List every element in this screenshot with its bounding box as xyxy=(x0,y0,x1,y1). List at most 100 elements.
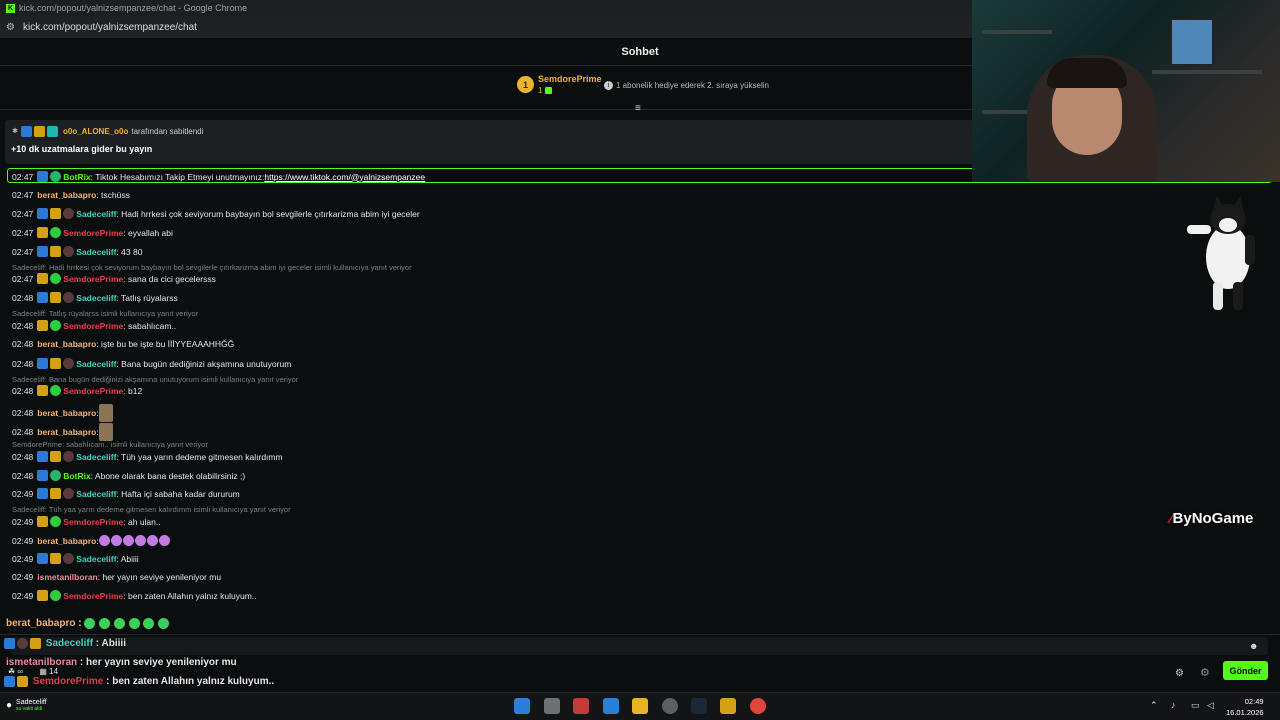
chat-input[interactable] xyxy=(12,637,1268,655)
crown-badge-icon xyxy=(37,320,49,331)
moderator-badge-icon xyxy=(37,451,49,462)
chat-message: 02:49 Sadeceliff : Hafta içi sabaha kada… xyxy=(12,488,240,499)
sub-hint: i 1 abonelik hediye ederek 2. sıraya yük… xyxy=(604,81,769,90)
chat-message: 02:48 SemdorePrime : sabahlıcam.. xyxy=(12,320,177,331)
moderator-badge-icon xyxy=(37,470,49,481)
send-button[interactable]: Gönder xyxy=(1223,661,1268,680)
reply-context[interactable]: Sadeceliff: Tüh yaa yarın dedeme gitmese… xyxy=(12,505,291,514)
site-info-icon[interactable]: ⚙ xyxy=(6,22,15,33)
crown-badge-icon xyxy=(30,638,41,649)
moderator-badge-icon xyxy=(37,488,49,499)
task-view-icon[interactable] xyxy=(544,698,560,714)
pinner-name[interactable]: o0o_ALONE_o0o xyxy=(63,127,128,136)
avatar-badge-icon xyxy=(63,358,75,369)
sub-hint-text: 1 abonelik hediye ederek 2. sıraya yükse… xyxy=(616,81,769,90)
reply-context[interactable]: SemdorePrime: sabahlıcam.. isimli kullan… xyxy=(12,440,208,449)
chat-message: 02:48 berat_babapro : işte bu be işte bu… xyxy=(12,339,235,349)
chat-message: 02:49 berat_babapro : xyxy=(12,535,171,546)
chat-message: 02:48 Sadeceliff : Bana bugün dediğinizi… xyxy=(12,358,292,369)
app-icon[interactable] xyxy=(573,698,589,714)
store-icon[interactable] xyxy=(603,698,619,714)
moderator-badge-icon xyxy=(37,553,49,564)
emote-icon xyxy=(99,618,111,629)
overlay-line: berat_babapro : xyxy=(6,618,170,629)
crown-badge-icon xyxy=(17,676,28,687)
crown-badge-icon xyxy=(50,451,62,462)
chat-message: 02:47 SemdorePrime : sana da cici gecele… xyxy=(12,273,216,284)
subscriber-badge-icon xyxy=(47,126,58,137)
moderator-badge-icon xyxy=(37,292,49,303)
crown-badge-icon xyxy=(37,590,49,601)
steam-icon[interactable] xyxy=(691,698,707,714)
chat-message: 02:49 SemdorePrime : ah ulan.. xyxy=(12,516,161,527)
chat-message: 02:47 Sadeceliff : Hadi hrrkesi çok sevi… xyxy=(12,208,420,219)
clock[interactable]: 02:49 16.01.2026 xyxy=(1226,696,1264,718)
user-icon: ● xyxy=(6,700,13,711)
bot-badge-icon xyxy=(50,470,62,481)
viewer-stat-b: 14 xyxy=(49,667,59,676)
webcam-overlay xyxy=(972,0,1280,182)
info-icon: i xyxy=(604,81,613,90)
folder-icon[interactable] xyxy=(632,698,648,714)
avatar-badge-icon xyxy=(63,246,75,257)
crown-badge-icon xyxy=(37,273,49,284)
volume-icon[interactable]: ◁ xyxy=(1207,700,1214,711)
viewer-stat-a: ∞ xyxy=(17,667,24,676)
leader-name[interactable]: SemdorePrime xyxy=(538,74,602,84)
gear-icon[interactable]: ⚙ xyxy=(1175,668,1184,679)
app2-icon[interactable] xyxy=(720,698,736,714)
moderator-badge-icon xyxy=(37,171,49,182)
avatar-badge-icon xyxy=(63,553,75,564)
network-icon[interactable]: ▭ xyxy=(1191,700,1200,711)
reply-context[interactable]: Sadeceliff: Tatlış rüyalarss isimli kull… xyxy=(12,309,198,318)
emote-icon xyxy=(113,618,125,629)
gift-icon[interactable]: ⚙ xyxy=(1200,666,1210,679)
emote-icon xyxy=(134,535,146,546)
reply-context[interactable]: Sadeceliff: Bana bugün dediğinizi akşamı… xyxy=(12,375,298,384)
gift-badge-icon xyxy=(50,385,62,396)
avatar-badge-icon xyxy=(63,292,75,303)
chat-message: 02:49 Sadeceliff : Abiiii xyxy=(12,553,139,564)
taskbar-notification[interactable]: ● Sadeceliff su vakti aldi xyxy=(6,699,47,712)
microphone-icon[interactable]: ♪ xyxy=(1171,700,1176,710)
obs-icon[interactable] xyxy=(662,698,678,714)
pinned-by-text: tarafından sabitlendi xyxy=(131,127,204,136)
avatar-badge-icon xyxy=(17,638,28,649)
reply-context[interactable]: Sadeceliff: Hadi hrrkesi çok seviyorum b… xyxy=(12,263,412,272)
viewer-stats: ☘ ∞ ▦ 14 xyxy=(8,667,58,676)
crown-badge-icon xyxy=(37,516,49,527)
emote-icon xyxy=(146,535,158,546)
collapse-icon[interactable]: ≡ xyxy=(635,103,641,114)
emote-icon xyxy=(143,618,155,629)
leader-entry[interactable]: 1 SemdorePrime 1 xyxy=(517,74,602,95)
crown-badge-icon xyxy=(50,208,62,219)
emote-icon xyxy=(98,535,110,546)
chat-message: 02:49 ismetanilboran : her yayın seviye … xyxy=(12,572,222,582)
gift-badge-icon xyxy=(50,320,62,331)
start-icon[interactable] xyxy=(514,698,530,714)
crown-badge-icon xyxy=(50,292,62,303)
url-text[interactable]: kick.com/popout/yalnizsempanzee/chat xyxy=(23,22,197,33)
kick-logo-icon: K xyxy=(6,3,15,13)
emoji-icon[interactable]: ☻ xyxy=(1249,641,1258,651)
shelf xyxy=(982,110,1032,114)
tiktok-link[interactable]: https://www.tiktok.com/@yalnizsempanzee xyxy=(264,172,425,182)
clock-time: 02:49 xyxy=(1244,697,1264,706)
chat-message: 02:49 SemdorePrime : ben zaten Allahın y… xyxy=(12,590,257,601)
overlay-line: Sadeceliff : Abiiii xyxy=(4,638,126,649)
crown-badge-icon xyxy=(50,358,62,369)
crown-badge-icon xyxy=(50,246,62,257)
emote-icon xyxy=(128,618,140,629)
gift-icon xyxy=(545,87,553,95)
leader-count-row: 1 xyxy=(538,86,602,95)
dancing-cat-sticker xyxy=(1187,195,1255,310)
chevron-up-icon[interactable]: ⌃ xyxy=(1150,700,1158,711)
bynogame-watermark: ⁄ByNoGame xyxy=(1170,510,1253,527)
chat-message: 02:47 BotRix : Tiktok Hesabımızı Takip E… xyxy=(12,171,426,182)
shelf xyxy=(982,30,1052,34)
chrome-icon[interactable] xyxy=(750,698,766,714)
moderator-badge-icon xyxy=(37,246,49,257)
crown-badge-icon xyxy=(37,227,49,238)
crown-badge-icon xyxy=(37,385,49,396)
chat-message: 02:48 Sadeceliff : Tatlış rüyalarss xyxy=(12,292,178,303)
